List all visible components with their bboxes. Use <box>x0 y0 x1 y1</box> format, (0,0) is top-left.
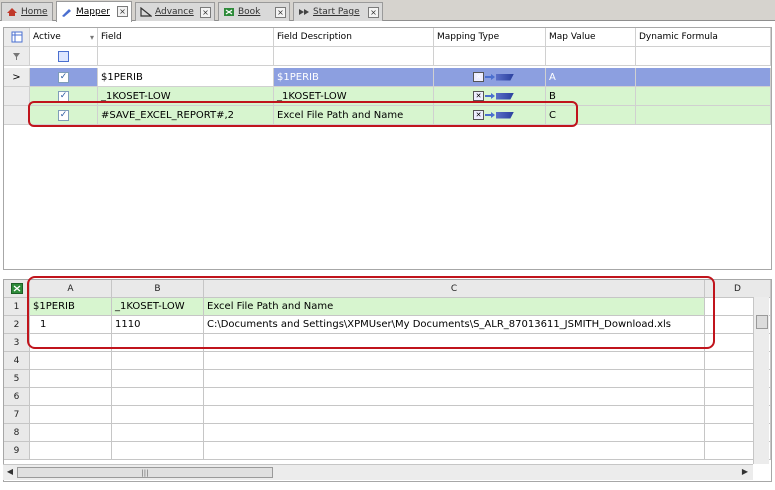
scroll-left-icon[interactable]: ◀ <box>4 466 16 478</box>
mapper-row[interactable]: > ✓ $1PERIB $1PERIB ✕ A <box>4 68 771 87</box>
start-page-icon <box>298 7 310 17</box>
close-advance-tab-button[interactable]: × <box>200 7 211 18</box>
filter-row-icon[interactable] <box>4 47 30 66</box>
sheet-cell[interactable] <box>30 406 112 424</box>
excel-mapping-icon: ✕ <box>473 72 514 82</box>
sheet-cell[interactable] <box>204 442 705 460</box>
dynamic-formula-cell[interactable] <box>636 106 771 125</box>
map-value-filter-input[interactable] <box>546 47 636 66</box>
tab-mapper[interactable]: Mapper × <box>56 1 132 22</box>
sheet-row: 4 <box>4 352 771 370</box>
filter-row <box>4 47 771 66</box>
mapper-header-row: Active ▾ Field Field Description Mapping… <box>4 28 771 47</box>
dynamic-formula-cell[interactable] <box>636 68 771 87</box>
tab-home[interactable]: Home <box>1 2 53 21</box>
map-value-cell[interactable]: A <box>546 68 636 87</box>
column-header-active[interactable]: Active ▾ <box>30 28 98 47</box>
sheet-cell[interactable] <box>204 352 705 370</box>
sheet-cell[interactable] <box>112 370 204 388</box>
excel-mapping-icon: ✕ <box>473 91 514 101</box>
active-checkbox[interactable]: ✓ <box>30 68 98 87</box>
home-icon <box>6 7 18 17</box>
column-header-dynamic-formula[interactable]: Dynamic Formula <box>636 28 771 47</box>
sheet-cell[interactable] <box>112 424 204 442</box>
highlight-box-sheet-rows <box>27 276 715 349</box>
sheet-cell[interactable] <box>204 370 705 388</box>
column-header-field[interactable]: Field <box>98 28 274 47</box>
vertical-scroll-thumb[interactable] <box>756 315 768 329</box>
tab-strip: Home Mapper × Advance × Book × Start Pag… <box>0 0 775 22</box>
row-number[interactable]: 5 <box>4 370 30 388</box>
row-number[interactable]: 7 <box>4 406 30 424</box>
sheet-cell[interactable] <box>112 406 204 424</box>
vertical-scrollbar[interactable] <box>753 297 769 464</box>
highlight-box-mapper-row <box>28 101 578 127</box>
sheet-cell[interactable] <box>30 424 112 442</box>
field-filter-input[interactable] <box>98 47 274 66</box>
sheet-cell[interactable] <box>30 352 112 370</box>
sheet-cell[interactable] <box>30 370 112 388</box>
column-header-mapping-type[interactable]: Mapping Type <box>434 28 546 47</box>
sheet-cell[interactable] <box>30 442 112 460</box>
mapping-type-filter-input[interactable] <box>434 47 546 66</box>
column-header-field-description[interactable]: Field Description <box>274 28 434 47</box>
row-indicator <box>4 87 30 106</box>
row-number[interactable]: 8 <box>4 424 30 442</box>
sheet-row: 6 <box>4 388 771 406</box>
sheet-cell[interactable] <box>204 388 705 406</box>
mapper-icon <box>61 7 73 17</box>
sheet-cell[interactable] <box>204 406 705 424</box>
tab-advance[interactable]: Advance × <box>135 2 215 21</box>
active-filter-checkbox[interactable] <box>30 47 98 66</box>
close-start-page-tab-button[interactable]: × <box>368 7 379 18</box>
field-description-cell[interactable]: $1PERIB <box>274 68 434 87</box>
dynamic-formula-filter-input[interactable] <box>636 47 771 66</box>
current-row-indicator: > <box>4 68 30 87</box>
row-number[interactable]: 9 <box>4 442 30 460</box>
row-number[interactable]: 4 <box>4 352 30 370</box>
tab-book[interactable]: Book × <box>218 2 290 21</box>
sheet-cell[interactable] <box>204 424 705 442</box>
field-cell[interactable]: $1PERIB <box>98 68 274 87</box>
sheet-cell[interactable] <box>112 388 204 406</box>
sheet-cell[interactable] <box>112 442 204 460</box>
scroll-right-icon[interactable]: ▶ <box>739 466 751 478</box>
tab-start-page[interactable]: Start Page × <box>293 2 383 21</box>
sheet-row: 5 <box>4 370 771 388</box>
book-icon <box>223 7 235 17</box>
column-filter-icon[interactable]: ▾ <box>90 33 94 42</box>
advance-icon <box>140 6 153 17</box>
sheet-cell[interactable] <box>112 352 204 370</box>
grid-options-icon[interactable] <box>4 28 30 47</box>
horizontal-scroll-thumb[interactable]: ||| <box>17 467 273 478</box>
row-indicator <box>4 106 30 125</box>
dynamic-formula-cell[interactable] <box>636 87 771 106</box>
horizontal-scrollbar[interactable]: ◀ ||| ▶ <box>3 464 753 480</box>
description-filter-input[interactable] <box>274 47 434 66</box>
sheet-row: 9 <box>4 442 771 460</box>
mapper-grid: Active ▾ Field Field Description Mapping… <box>3 27 772 270</box>
sheet-row: 8 <box>4 424 771 442</box>
sheet-cell[interactable] <box>30 388 112 406</box>
column-header-map-value[interactable]: Map Value <box>546 28 636 47</box>
mapping-type-cell[interactable]: ✕ <box>434 68 546 87</box>
sheet-row: 7 <box>4 406 771 424</box>
row-number[interactable]: 6 <box>4 388 30 406</box>
close-book-tab-button[interactable]: × <box>275 7 286 18</box>
close-mapper-tab-button[interactable]: × <box>117 6 128 17</box>
